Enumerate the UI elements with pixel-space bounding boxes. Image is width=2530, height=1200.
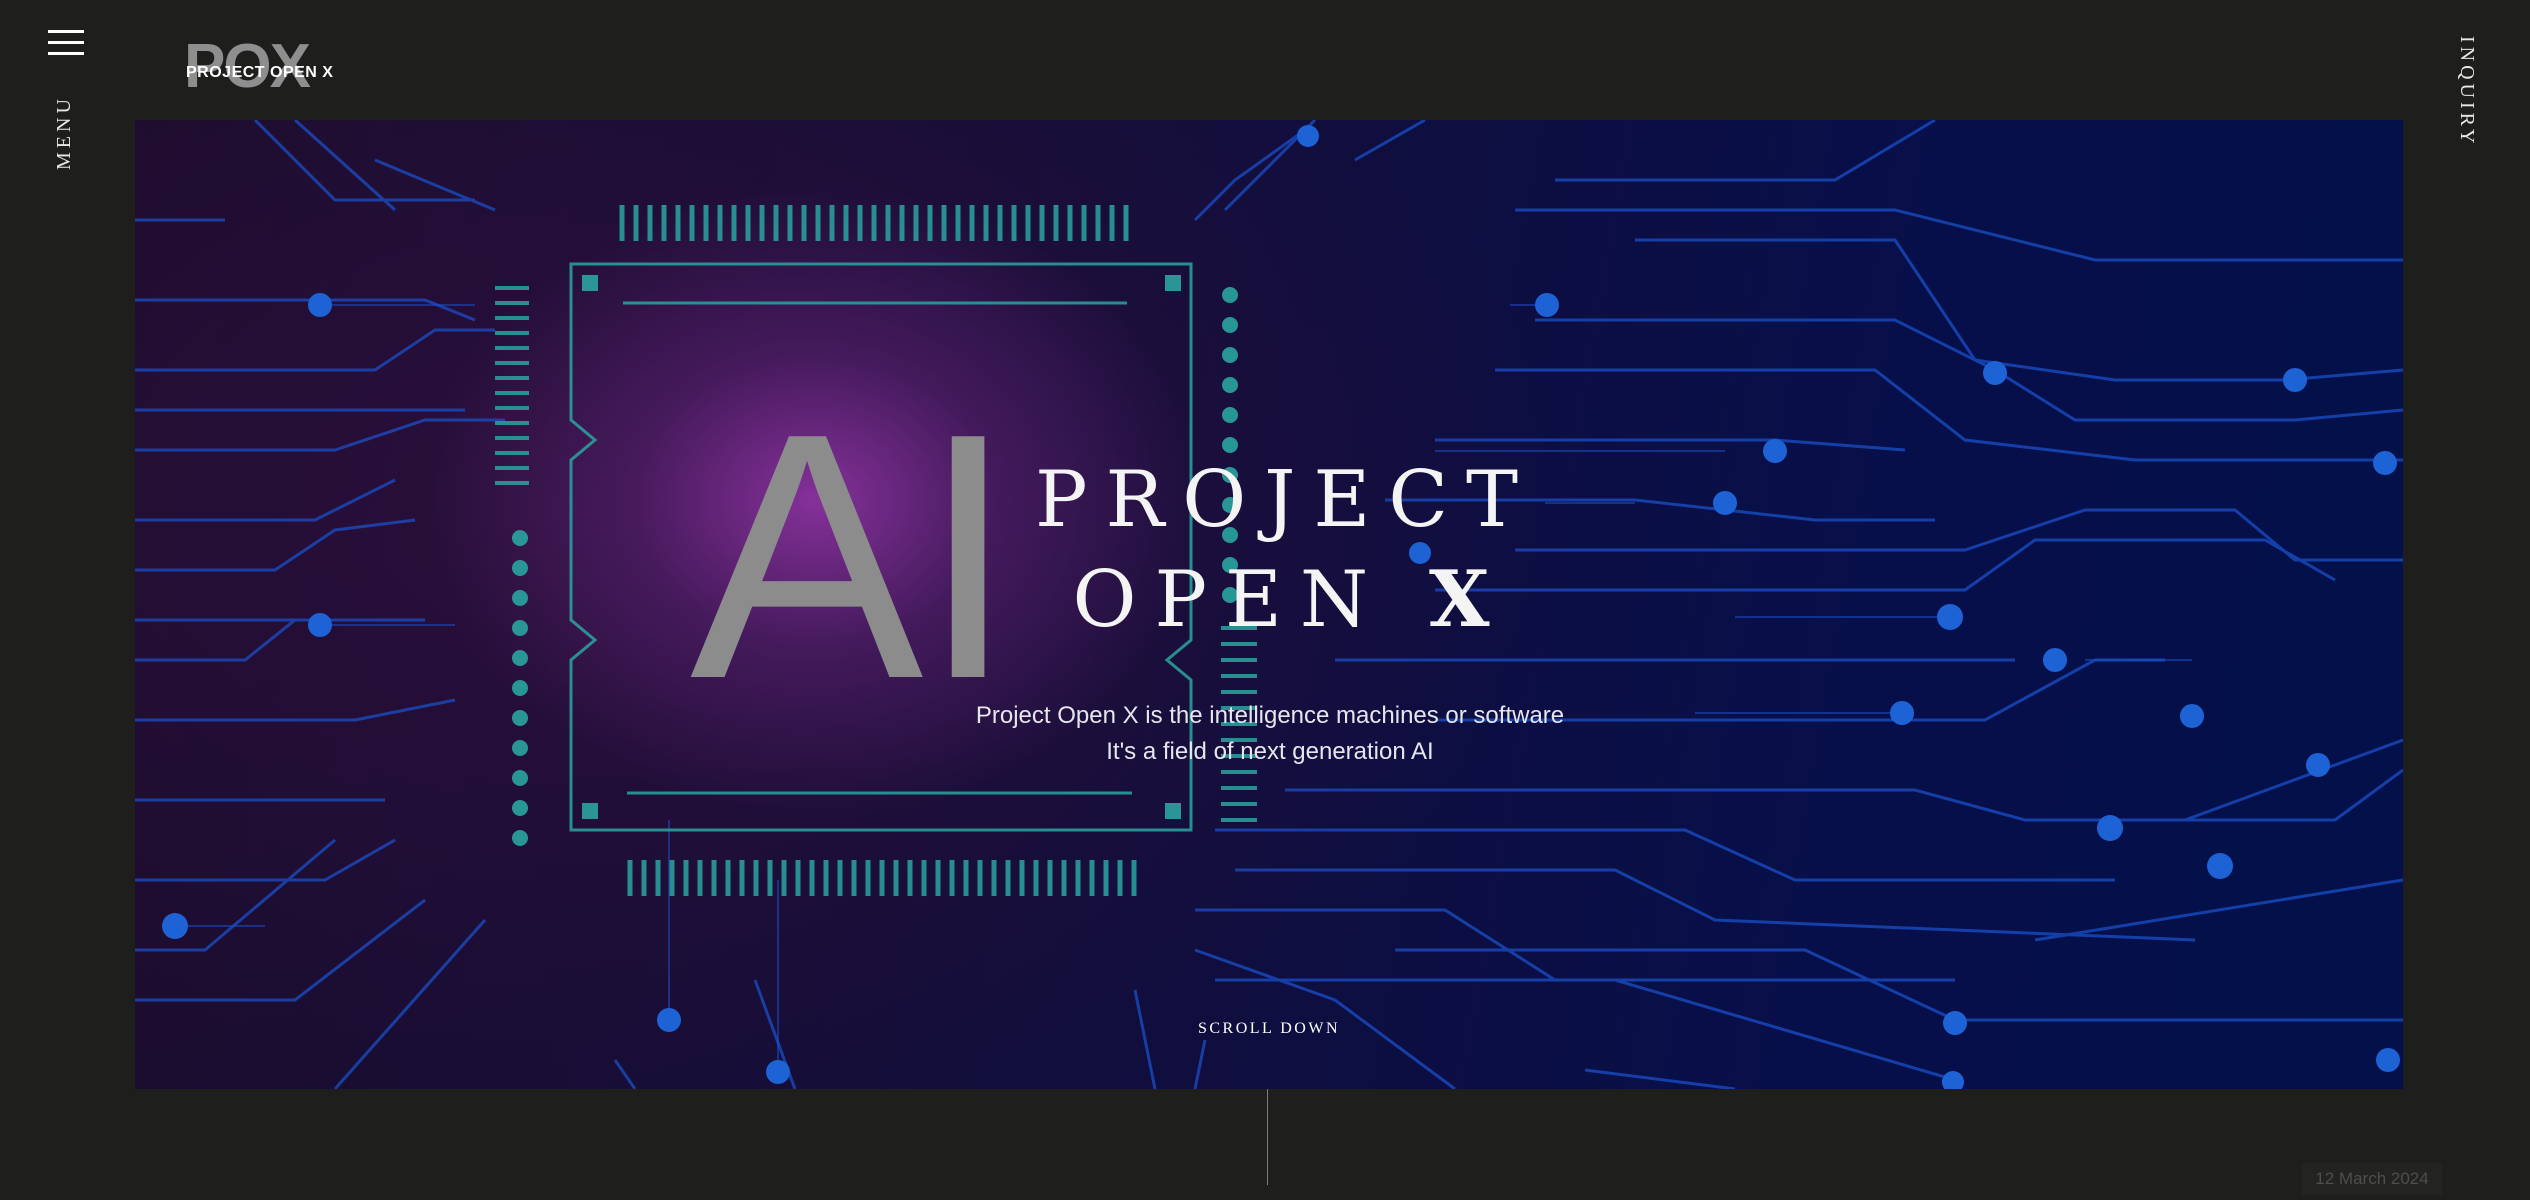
hamburger-menu-icon[interactable] [48, 30, 84, 60]
scroll-indicator-line [1267, 1089, 1268, 1185]
hero-title: PROJECT OPEN X [1035, 450, 1535, 650]
hero-title-line1: PROJECT [1035, 455, 1537, 545]
hero-title-open: OPEN [1072, 555, 1387, 645]
menu-label[interactable]: MENU [53, 90, 77, 170]
site-logo[interactable]: POX PROJECT OPEN X [184, 36, 334, 100]
date-badge: 12 March 2024 [2302, 1163, 2442, 1195]
ai-graphic-text: AI [690, 361, 1017, 752]
hero-title-x: X [1428, 554, 1508, 645]
inquiry-link[interactable]: INQUIRY [2454, 36, 2478, 147]
hero-subtitle-line2: It's a field of next generation AI [1106, 738, 1434, 765]
hero-subtitle-line1: Project Open X is the intelligence machi… [975, 702, 1565, 729]
hero-subtitle: Project Open X is the intelligence machi… [895, 698, 1645, 770]
hero-banner: AI PROJECT OPEN X Project Open X is the … [135, 120, 2403, 1089]
logo-text: PROJECT OPEN X [186, 64, 334, 81]
scroll-down-link[interactable]: SCROLL DOWN [1135, 1020, 1403, 1038]
hero-title-line2: OPEN X [1045, 550, 1535, 650]
